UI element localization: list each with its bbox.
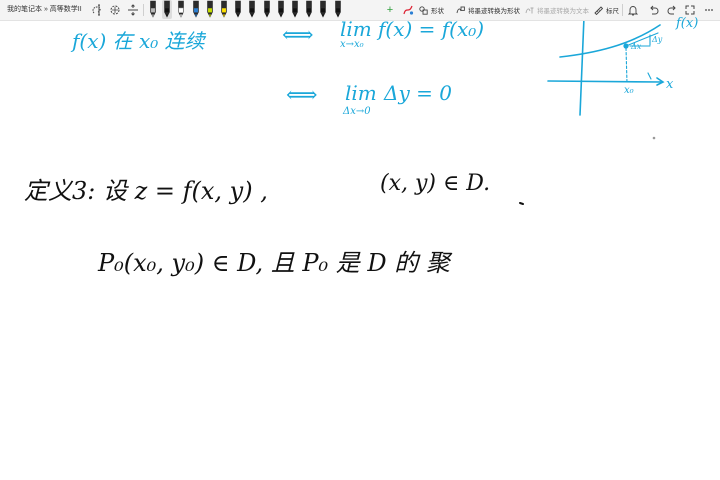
pen-icon xyxy=(192,0,199,18)
note-iff-1: ⟺ xyxy=(282,23,314,48)
note-definition-domain: (x, y) ∈ D. xyxy=(380,171,491,196)
note-limit-lim: lim xyxy=(340,17,372,41)
pen-swatch-12[interactable] xyxy=(304,0,314,19)
shapes-button[interactable]: 形状 xyxy=(419,3,444,17)
graph-label-dy: Δy xyxy=(652,35,663,44)
add-space-button[interactable] xyxy=(126,2,140,18)
note-delta-expression: Δy = 0 xyxy=(384,81,452,105)
highlighter-icon xyxy=(221,0,227,18)
pen-swatch-10[interactable] xyxy=(276,0,286,19)
pen-swatch-11[interactable] xyxy=(290,0,300,19)
pen-swatch-2[interactable] xyxy=(162,0,173,19)
pen-swatch-4[interactable] xyxy=(191,0,201,19)
pen-icon xyxy=(235,0,241,18)
pen-icon xyxy=(178,0,185,18)
note-canvas[interactable]: f(x) 在 x₀ 连续 ⟺ lim f(x) = f(x₀) x→x₀ ⟺ l… xyxy=(0,16,720,480)
add-space-icon xyxy=(128,4,138,16)
ink-to-shape-label: 将墨迹转换为形状 xyxy=(468,8,520,15)
ink-to-text-icon xyxy=(525,7,534,13)
ruler-icon xyxy=(594,5,603,15)
ink-style-button[interactable] xyxy=(402,2,414,18)
ink-to-shape-button[interactable]: 将墨迹转换为形状 xyxy=(456,3,520,17)
note-delta-subscript: Δx→0 xyxy=(343,106,371,117)
add-pen-button[interactable]: + xyxy=(385,2,395,18)
note-limit-expression: f(x) = f(x₀) xyxy=(378,17,485,41)
pen-icon xyxy=(249,0,256,18)
graph-curve xyxy=(559,24,661,58)
bell-icon xyxy=(628,5,638,15)
note-definition-3: 定义3: 设 z = f(x, y) , xyxy=(24,177,268,205)
eraser-swatch-1[interactable] xyxy=(148,0,158,19)
document-title: 我的笔记本 » 高等数学II xyxy=(7,6,82,13)
pen-icon xyxy=(164,0,170,18)
note-limit-subscript: x→x₀ xyxy=(340,39,364,50)
pen-icon xyxy=(206,0,213,18)
expand-icon xyxy=(685,5,695,15)
shapes-label: 形状 xyxy=(431,8,444,15)
ink-to-text-button[interactable]: 将墨迹转换为文本 xyxy=(525,3,589,17)
ruler-label: 标尺 xyxy=(606,8,619,15)
pen-swatch-13[interactable] xyxy=(318,0,328,19)
more-options-button[interactable] xyxy=(703,2,715,18)
pen-swatch-3[interactable] xyxy=(176,0,186,19)
toolbar-divider xyxy=(143,4,144,16)
ink-to-shape-icon xyxy=(456,6,465,13)
pan-icon xyxy=(110,5,120,15)
pan-button[interactable] xyxy=(108,2,122,18)
eraser-icon xyxy=(150,0,156,18)
shapes-icon xyxy=(419,5,428,15)
pen-icon xyxy=(263,0,270,18)
graph-label-fx: f(x) xyxy=(676,16,699,31)
graph-x-axis xyxy=(547,80,663,83)
note-iff-2: ⟺ xyxy=(286,83,318,108)
notifications-button[interactable] xyxy=(627,2,639,18)
undo-icon xyxy=(649,5,659,14)
redo-icon xyxy=(666,5,676,14)
pen-icon xyxy=(292,0,298,18)
pen-icon xyxy=(320,0,327,18)
highlighter-swatch-6[interactable] xyxy=(219,0,229,19)
pen-swatch-5[interactable] xyxy=(205,0,215,19)
ruler-button[interactable]: 标尺 xyxy=(594,3,619,17)
pen-swatch-8[interactable] xyxy=(247,0,257,19)
pen-swatch-7[interactable] xyxy=(233,0,243,19)
pen-swatch-9[interactable] xyxy=(262,0,272,19)
ink-style-icon xyxy=(403,5,414,15)
graph-label-dx: Δx xyxy=(631,42,642,51)
ellipsis-icon xyxy=(705,9,713,11)
lasso-select-button[interactable] xyxy=(91,2,103,18)
note-delta-lim: lim xyxy=(345,81,377,105)
note-continuity-statement: f(x) 在 x₀ 连续 xyxy=(72,29,205,53)
pen-icon xyxy=(277,0,284,18)
pen-icon xyxy=(306,0,312,18)
graph-label-x: x xyxy=(666,77,674,92)
undo-button[interactable] xyxy=(647,2,659,18)
graph-y-axis xyxy=(579,21,585,116)
lasso-icon xyxy=(92,4,101,16)
note-point-condition: P₀(x₀, y₀) ∈ D, 且 P₀ 是 D 的 聚 xyxy=(98,249,450,277)
ink-to-text-label: 将墨迹转换为文本 xyxy=(537,8,589,15)
graph-label-x0: x₀ xyxy=(624,85,634,96)
toolbar-divider xyxy=(622,4,623,16)
